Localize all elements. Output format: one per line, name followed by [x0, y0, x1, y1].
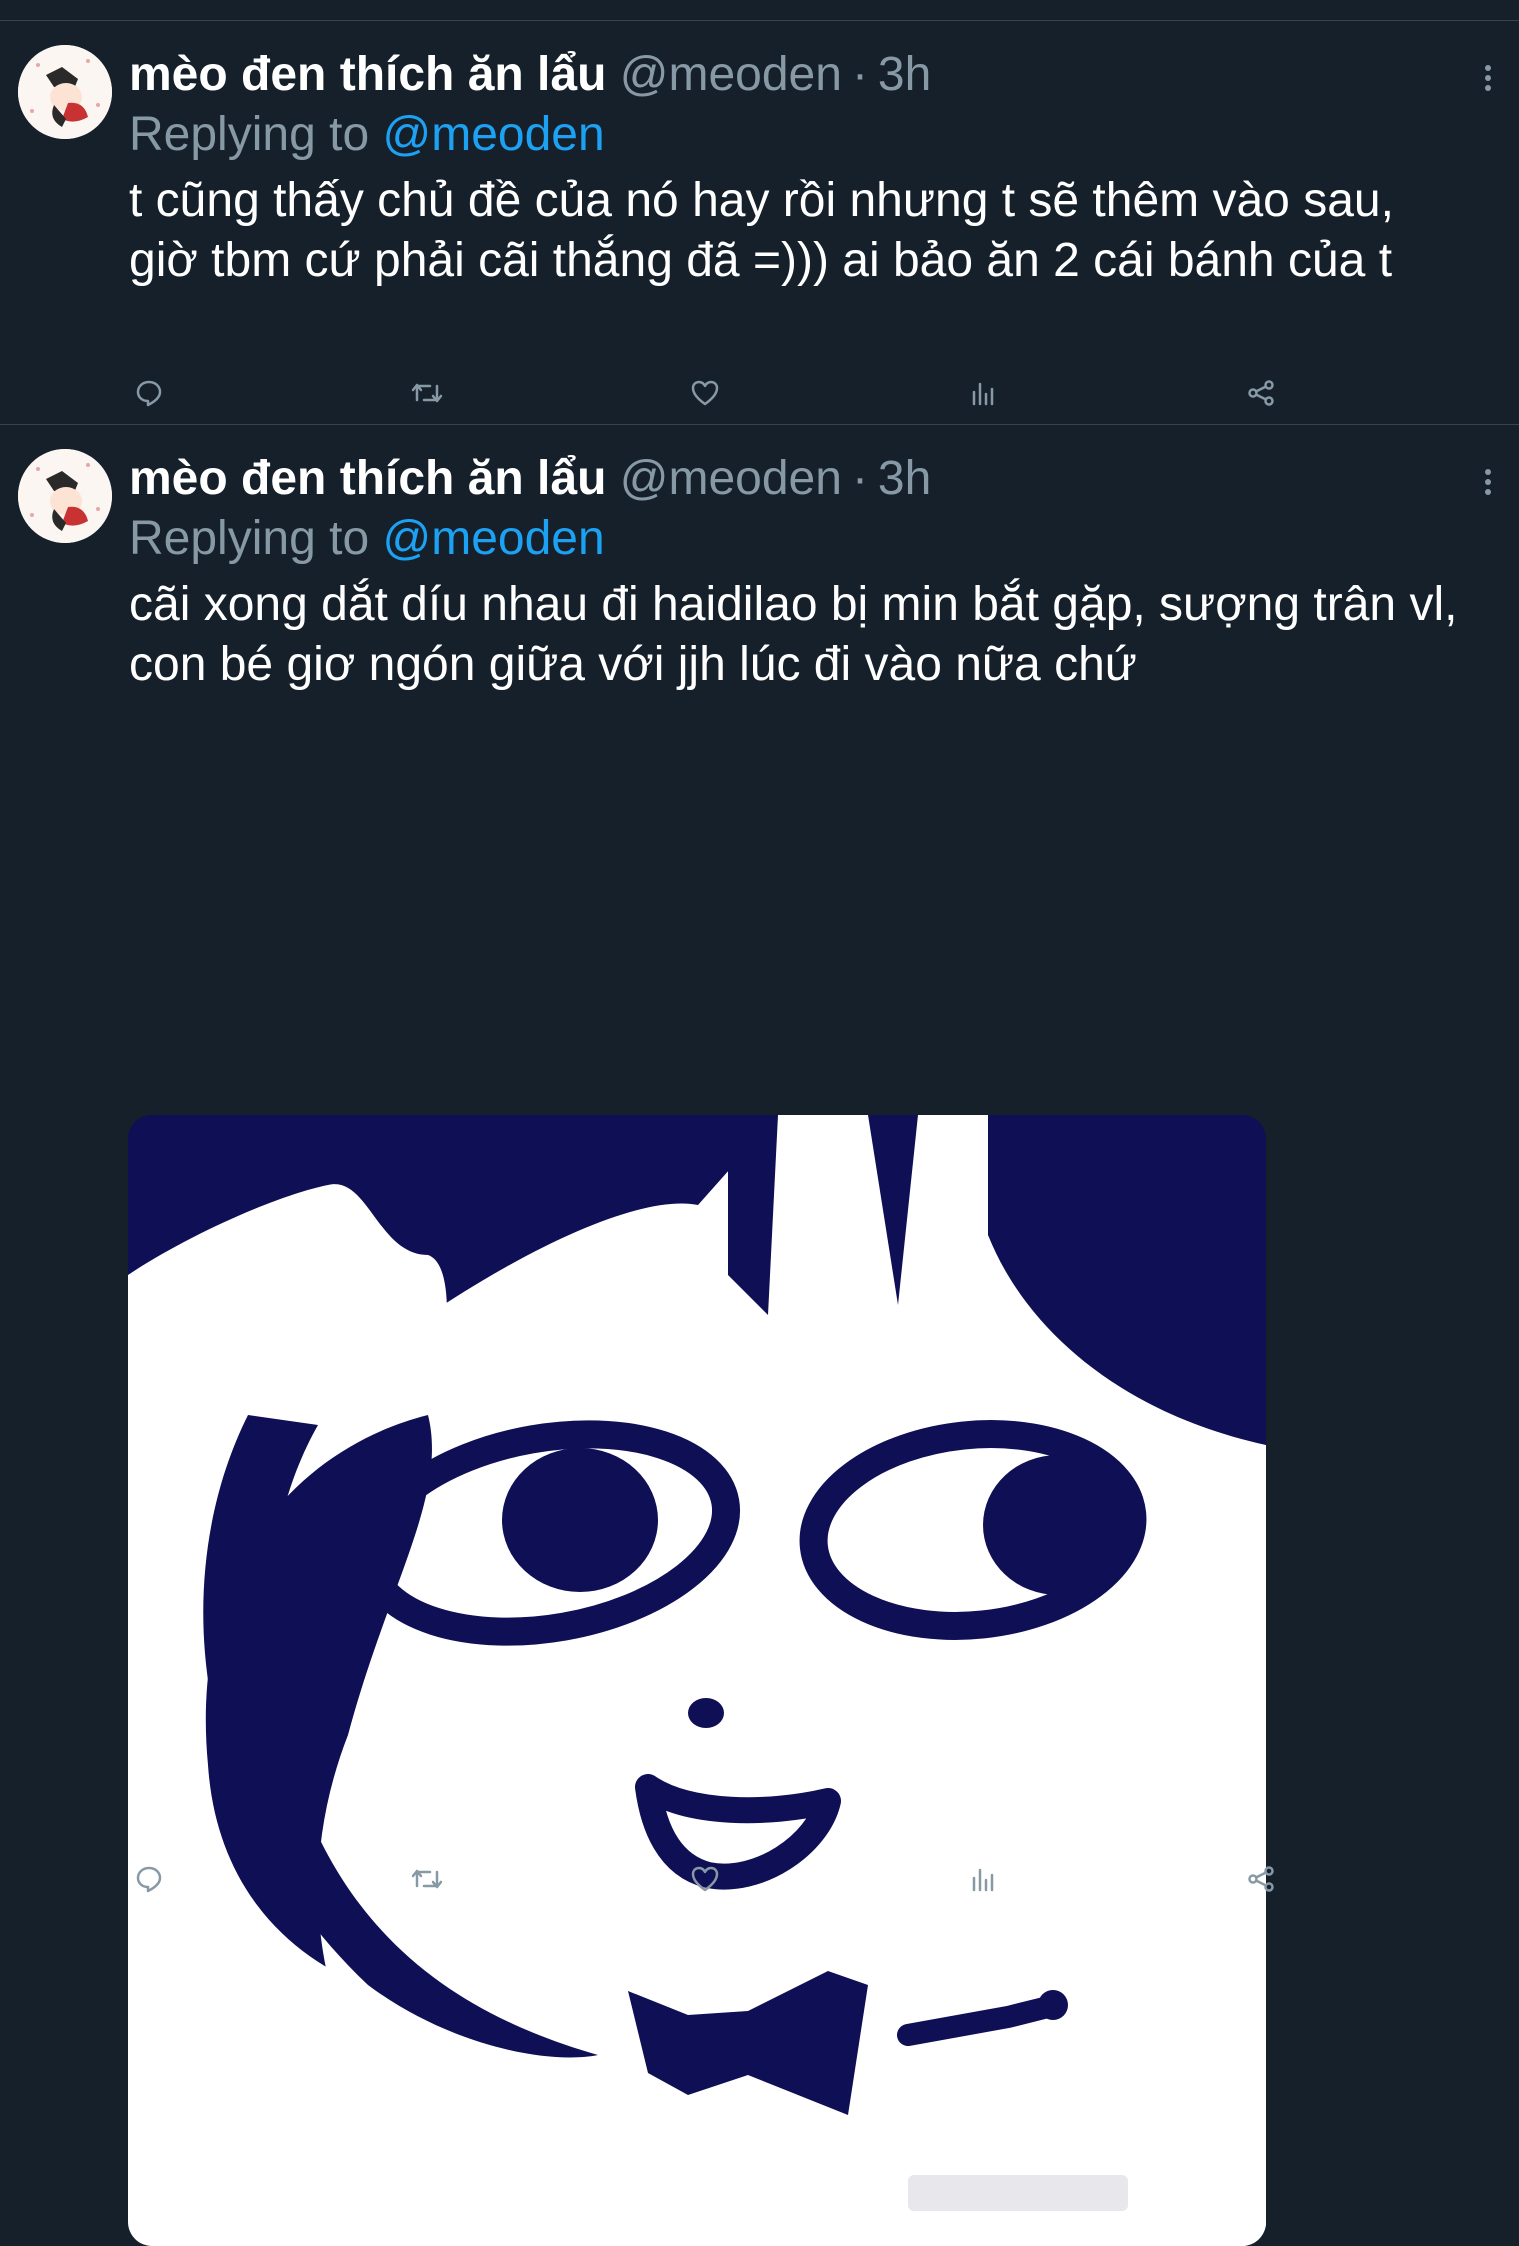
share-button[interactable]	[1241, 373, 1281, 413]
user-handle[interactable]: @meoden	[620, 452, 842, 505]
stats-icon	[972, 1868, 994, 1892]
replying-to-handle-link[interactable]: @meoden	[382, 512, 604, 565]
replying-to-handle-link[interactable]: @meoden	[382, 108, 604, 161]
more-options-icon[interactable]	[1483, 63, 1493, 93]
tweet-text: t cũng thấy chủ đề của nó hay rồi nhưng …	[129, 174, 1394, 287]
display-name[interactable]: mèo đen thích ăn lẩu	[129, 48, 606, 101]
retweet-button[interactable]	[407, 373, 447, 413]
stats-button[interactable]	[963, 373, 1003, 413]
reply-button[interactable]	[129, 373, 169, 413]
tweet-media-image[interactable]	[128, 1115, 1266, 2246]
share-icon	[1248, 1866, 1274, 1892]
like-button[interactable]	[685, 1859, 725, 1899]
replying-to-label: Replying to	[129, 108, 370, 161]
avatar[interactable]	[18, 449, 112, 543]
tweet-text: cãi xong dắt díu nhau đi haidilao bị min…	[129, 578, 1458, 691]
replying-to: Replying to @meoden	[129, 511, 605, 567]
reply-icon	[136, 380, 162, 407]
tweet-header: mèo đen thích ăn lẩu @meoden · 3h	[129, 47, 931, 103]
separator-dot: ·	[851, 452, 868, 505]
tweet-header: mèo đen thích ăn lẩu @meoden · 3h	[129, 451, 931, 507]
stats-icon	[972, 382, 994, 406]
replying-to: Replying to @meoden	[129, 107, 605, 163]
timestamp[interactable]: 3h	[878, 452, 931, 505]
tweet[interactable]: mèo đen thích ăn lẩu @meoden · 3h Replying…	[0, 425, 1519, 2246]
tweet-actions	[129, 1859, 1289, 1899]
separator-dot: ·	[851, 48, 868, 101]
avatar[interactable]	[18, 45, 112, 139]
share-icon	[1248, 380, 1274, 406]
like-button[interactable]	[685, 373, 725, 413]
reply-button[interactable]	[129, 1859, 169, 1899]
reply-icon	[136, 1866, 162, 1893]
display-name[interactable]: mèo đen thích ăn lẩu	[129, 452, 606, 505]
stats-button[interactable]	[963, 1859, 1003, 1899]
replying-to-label: Replying to	[129, 512, 370, 565]
tweet[interactable]: mèo đen thích ăn lẩu @meoden · 3h Replying…	[0, 21, 1519, 425]
like-icon	[691, 1866, 719, 1892]
share-button[interactable]	[1241, 1859, 1281, 1899]
retweet-button[interactable]	[407, 1859, 447, 1899]
retweet-icon	[411, 383, 443, 403]
retweet-icon	[411, 1869, 443, 1889]
like-icon	[691, 380, 719, 406]
tweet-actions	[129, 373, 1289, 413]
user-handle[interactable]: @meoden	[620, 48, 842, 101]
timestamp[interactable]: 3h	[878, 48, 931, 101]
more-options-icon[interactable]	[1483, 467, 1493, 497]
